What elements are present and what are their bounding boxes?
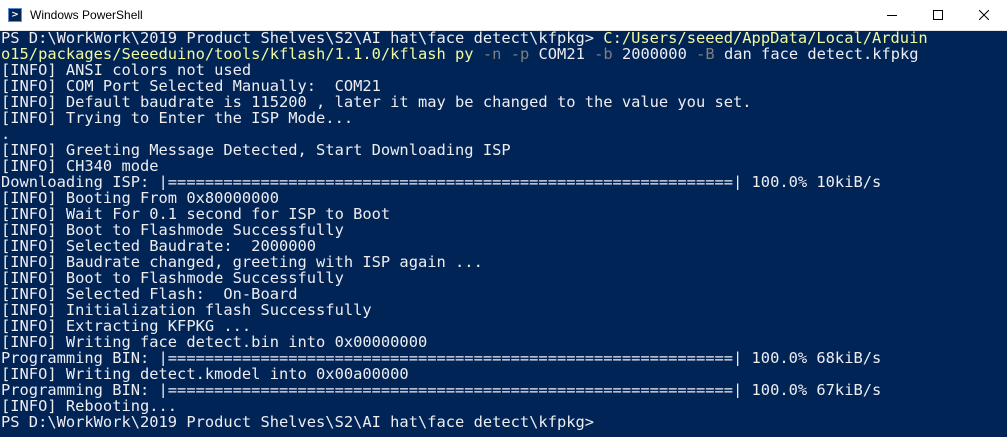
output-line: .: [1, 126, 11, 142]
maximize-icon: [933, 10, 943, 20]
flag-B: -B: [696, 46, 715, 62]
powershell-icon: >: [8, 8, 22, 22]
port-arg: COM21: [538, 46, 585, 62]
output-line: [INFO] Booting From 0x80000000: [1, 190, 279, 206]
command-line-continued: o15/packages/Seeeduino/tools/kflash/1.1.…: [0, 46, 1007, 62]
progress-line: Programming BIN: |======================…: [1, 350, 882, 366]
output-line: [INFO] Writing detect.kmodel into 0x00a0…: [1, 366, 409, 382]
window-controls: [869, 0, 1007, 30]
board-arg: dan: [723, 46, 752, 62]
output-line: [INFO] CH340 mode: [1, 158, 159, 174]
output-line: [INFO] Boot to Flashmode Successfully: [1, 270, 344, 286]
command-prompt: PS D:\WorkWork\2019_Product_Shelves\S2\A…: [1, 30, 604, 46]
output-line: [INFO] Writing face_detect.bin into 0x00…: [1, 334, 428, 350]
command-exe-part2: o15/packages/Seeeduino/tools/kflash/1.1.…: [1, 46, 474, 62]
close-button[interactable]: [961, 0, 1007, 30]
baud-arg: 2000000: [621, 46, 687, 62]
maximize-button[interactable]: [915, 0, 961, 30]
window-title: Windows PowerShell: [30, 8, 143, 22]
output-line: [INFO] Greeting Message Detected, Start …: [1, 142, 511, 158]
output-line: [INFO] Trying to Enter the ISP Mode...: [1, 110, 354, 126]
output-line: [INFO] Selected Baudrate: 2000000: [1, 238, 317, 254]
flag-p: -p: [510, 46, 530, 62]
powershell-window: > Windows PowerShell PS D:\WorkWork\2019…: [0, 0, 1007, 437]
output-line: [INFO] Default baudrate is 115200 , late…: [1, 94, 752, 110]
file-arg: face_detect.kfpkg: [761, 46, 919, 62]
output-line: [INFO] Baudrate changed, greeting with I…: [1, 254, 483, 270]
close-icon: [979, 10, 989, 20]
progress-line: Programming BIN: |======================…: [1, 382, 882, 398]
title-bar[interactable]: > Windows PowerShell: [0, 0, 1007, 31]
output-line: [INFO] ANSI colors not used: [1, 62, 252, 78]
output-line: [INFO] COM Port Selected Manually: COM21: [1, 78, 381, 94]
command-line: PS D:\WorkWork\2019_Product_Shelves\S2\A…: [0, 30, 1007, 46]
command-exe-part1: C:/Users/seeed/AppData/Local/Arduin: [603, 30, 928, 46]
flag-n: -n: [482, 46, 502, 62]
minimize-button[interactable]: [869, 0, 915, 30]
progress-line: Downloading ISP: |======================…: [1, 174, 882, 190]
flag-b: -b: [594, 46, 613, 62]
output-line: [INFO] Initialization flash Successfully: [1, 302, 372, 318]
output-line: [INFO] Extracting KFPKG ...: [1, 318, 252, 334]
console-output[interactable]: PS D:\WorkWork\2019_Product_Shelves\S2\A…: [0, 30, 1007, 437]
final-prompt: PS D:\WorkWork\2019_Product_Shelves\S2\A…: [1, 414, 595, 430]
output-line: [INFO] Selected Flash: On-Board: [1, 286, 298, 302]
output-line: [INFO] Rebooting...: [1, 398, 178, 414]
minimize-icon: [887, 15, 897, 16]
output-line: [INFO] Boot to Flashmode Successfully: [1, 222, 344, 238]
output-line: [INFO] Wait For 0.1 second for ISP to Bo…: [1, 206, 391, 222]
